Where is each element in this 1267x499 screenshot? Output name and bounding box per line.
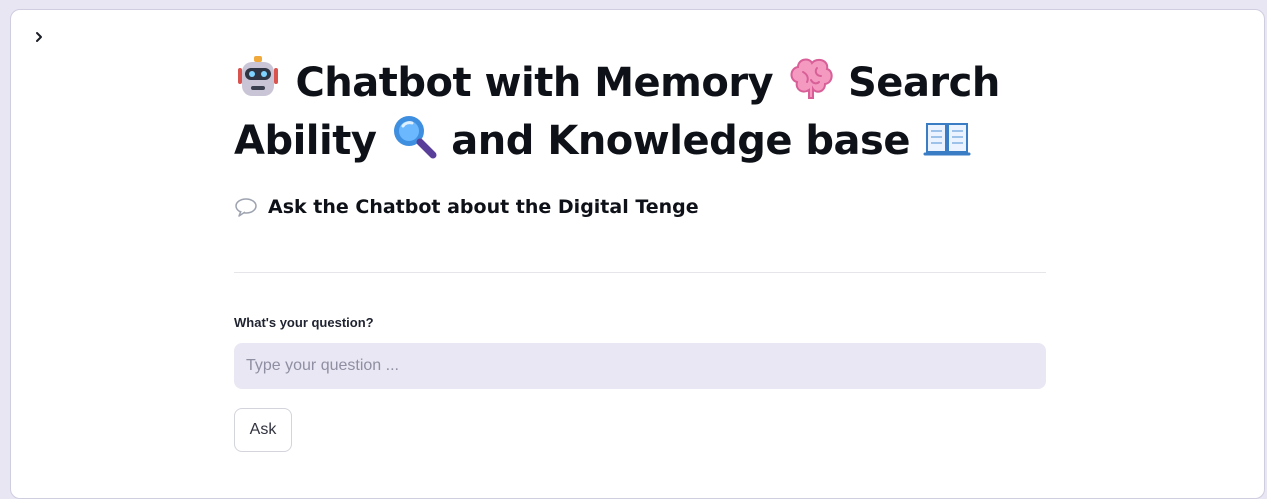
divider <box>234 272 1046 273</box>
title-text-part1: Chatbot with Memory <box>295 60 774 106</box>
sidebar-toggle-button[interactable] <box>29 26 49 48</box>
subtitle: Ask the Chatbot about the Digital Tenge <box>234 196 699 218</box>
title-text-part2: Search <box>848 60 1000 106</box>
page-title: Chatbot with Memory Search Ability and K… <box>234 54 1046 170</box>
browser-top-strip <box>0 0 1267 9</box>
robot-face-emoji-icon <box>238 56 278 96</box>
title-text-part3: Ability <box>234 118 377 164</box>
speech-bubble-icon <box>235 198 257 217</box>
app-window: Chatbot with Memory Search Ability and K… <box>10 9 1265 499</box>
chevron-right-icon <box>36 32 42 42</box>
ask-button[interactable]: Ask <box>234 408 292 452</box>
open-book-emoji-icon <box>923 123 971 156</box>
title-text-part4: and Knowledge base <box>451 118 910 164</box>
brain-emoji-icon <box>790 58 833 99</box>
subtitle-text: Ask the Chatbot about the Digital Tenge <box>268 196 699 218</box>
question-label: What's your question? <box>234 315 374 330</box>
magnifying-glass-emoji-icon <box>393 116 437 159</box>
question-input[interactable] <box>234 343 1046 389</box>
